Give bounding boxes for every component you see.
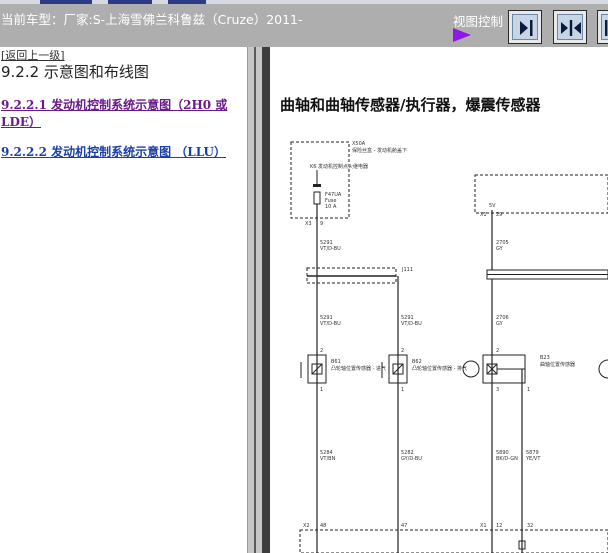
k-relay-label: K6 发动机控制点火继电器 <box>310 163 368 170</box>
pin-1-b: 1 <box>401 387 404 393</box>
wire-color-c: VT/D-BU <box>401 321 422 327</box>
toc-link-engine-control-llu[interactable]: 9.2.2.2 发动机控制系统示意图 （LLU） <box>1 144 226 161</box>
wire-5879-color: YE/VT <box>525 456 541 462</box>
wire-color-b: VT/D-BU <box>320 321 341 327</box>
diagram-title: 曲轴和曲轴传感器/执行器，爆震传感器 <box>280 96 541 114</box>
x50a-label: X50A <box>352 141 366 147</box>
header-bar: 当前车型：厂家:S-上海雪佛兰科鲁兹（Cruze）2011- 视图控制 <box>0 0 608 47</box>
current-car-title: 当前车型：厂家:S-上海雪佛兰科鲁兹（Cruze）2011- <box>1 12 303 27</box>
pin-2-c: 2 <box>496 348 499 354</box>
wire-gy: GY <box>496 246 504 252</box>
b61-label: B61 <box>331 359 341 365</box>
wire-color-a: VT/D-BU <box>320 246 341 252</box>
wire-5282-color: GY/D-BU <box>401 456 422 462</box>
play-arrow-icon <box>453 28 471 42</box>
top-tab-strip <box>0 0 608 4</box>
pin-29: 29 <box>496 212 502 218</box>
arrow-right-bar-icon <box>512 14 538 40</box>
pane-splitter[interactable] <box>247 47 262 553</box>
pane-edge <box>262 47 270 553</box>
b62-desc: 凸轮轴位置传感器 - 排气 <box>412 365 467 372</box>
five-volt: 5V <box>489 203 496 209</box>
toc-pane: [返回上一级] 9.2.2 示意图和布线图 9.2.2.1 发动机控制系统示意图… <box>0 47 247 553</box>
view-right-panel-button[interactable] <box>508 10 542 44</box>
wire-5890-color: BK/D-GN <box>496 456 518 462</box>
x1-top: X1 <box>480 212 487 218</box>
pin-1-a: 1 <box>320 387 323 393</box>
view-split-button[interactable] <box>553 10 587 44</box>
b61-desc: 凸轮轴位置传感器 - 进气 <box>331 365 386 372</box>
pin-1-c: 1 <box>527 387 530 393</box>
pin-2-a: 2 <box>320 348 323 354</box>
pin-32: 32 <box>527 523 533 529</box>
toc-link-engine-control-2h0-lde[interactable]: 9.2.2.1 发动机控制系统示意图（2H0 或 LDE） <box>1 97 247 131</box>
b23-desc: 曲轴位置传感器 <box>540 361 575 368</box>
x3-label: X3 <box>305 221 312 227</box>
pin-48: 48 <box>320 523 326 529</box>
b62-label: B62 <box>412 359 422 365</box>
wire-5284-color: VT/BN <box>320 456 336 462</box>
view-left-panel-button[interactable] <box>597 10 608 44</box>
b23-label: B23 <box>540 355 550 361</box>
x50a-desc: 保险丝盒 - 发动机舱盖下 <box>352 147 407 154</box>
x2-label: X2 <box>303 523 310 529</box>
arrow-left-bar-icon <box>601 14 608 40</box>
pin-2-b: 2 <box>401 348 404 354</box>
pin-47: 47 <box>401 523 407 529</box>
j111-label: J111 <box>401 267 413 273</box>
section-title: 9.2.2 示意图和布线图 <box>1 63 149 81</box>
x1-bottom: X1 <box>480 523 487 529</box>
fuse-amp: 10 A <box>325 204 337 210</box>
pin-12: 12 <box>496 523 502 529</box>
x3-pin: 9 <box>320 221 323 227</box>
pin-3-c: 3 <box>496 387 499 393</box>
wire-gy2: GY <box>496 321 504 327</box>
split-arrows-icon <box>557 14 583 40</box>
wiring-diagram: X50A 保险丝盒 - 发动机舱盖下 K6 发动机控制点火继电器 F47UA F… <box>290 141 608 553</box>
